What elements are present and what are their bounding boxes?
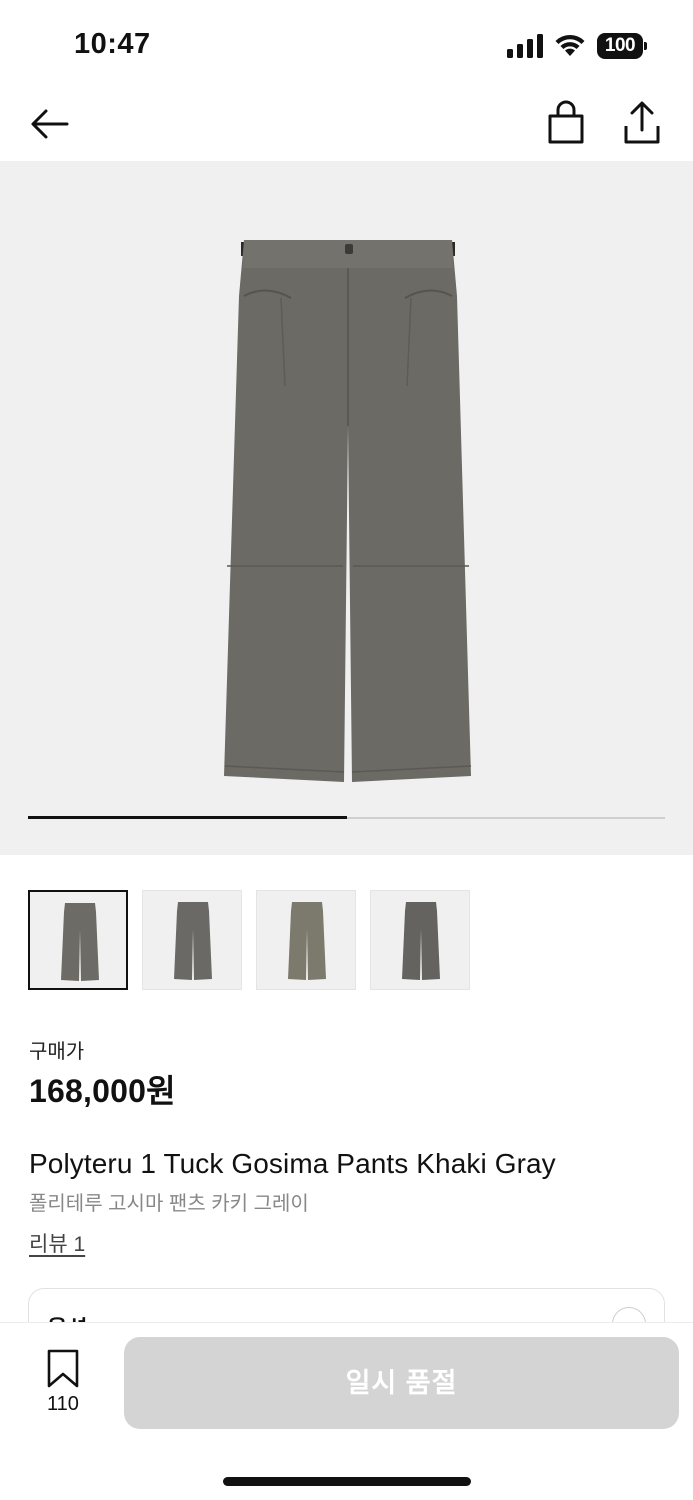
product-thumbnail[interactable] bbox=[256, 890, 356, 990]
home-indicator bbox=[223, 1477, 471, 1486]
price-value: 168,000원 bbox=[29, 1073, 176, 1109]
battery-tip bbox=[644, 42, 647, 50]
signal-icon bbox=[507, 34, 543, 58]
thumbnail-pants-image bbox=[402, 902, 440, 980]
shopping-bag-icon[interactable] bbox=[544, 100, 588, 144]
nav-bar bbox=[0, 90, 693, 160]
thumbnail-pants-image bbox=[174, 902, 212, 980]
status-time: 10:47 bbox=[74, 28, 151, 60]
thumbnail-pants-image bbox=[288, 902, 326, 980]
product-thumbnail[interactable] bbox=[370, 890, 470, 990]
price-label: 구매가 bbox=[29, 1041, 85, 1063]
bookmark-icon bbox=[47, 1349, 79, 1388]
product-image bbox=[224, 240, 472, 782]
thumbnail-strip bbox=[28, 890, 488, 990]
share-icon[interactable] bbox=[620, 98, 664, 146]
bottom-action-bar: 110 일시 품절 bbox=[0, 1322, 693, 1500]
reviews-link[interactable]: 리뷰 1 bbox=[29, 1228, 85, 1258]
sold-out-button[interactable]: 일시 품절 bbox=[124, 1337, 679, 1429]
product-name-en: Polyteru 1 Tuck Gosima Pants Khaki Gray bbox=[29, 1148, 556, 1179]
battery-level: 100 bbox=[597, 33, 643, 59]
thumbnail-pants-image bbox=[61, 903, 99, 981]
status-bar: 10:47 100 bbox=[0, 0, 693, 90]
battery-icon: 100 bbox=[597, 33, 649, 59]
wishlist-count: 110 bbox=[47, 1393, 79, 1415]
product-name-ko: 폴리테루 고시마 팬츠 카키 그레이 bbox=[29, 1193, 309, 1215]
product-image-carousel[interactable] bbox=[0, 161, 693, 855]
carousel-progress-fill bbox=[28, 816, 347, 819]
back-arrow-icon[interactable] bbox=[28, 102, 72, 146]
wishlist-button[interactable]: 110 bbox=[28, 1349, 98, 1419]
carousel-progress-track bbox=[28, 816, 665, 819]
product-thumbnail[interactable] bbox=[142, 890, 242, 990]
product-thumbnail[interactable] bbox=[28, 890, 128, 990]
wifi-icon bbox=[555, 34, 585, 56]
